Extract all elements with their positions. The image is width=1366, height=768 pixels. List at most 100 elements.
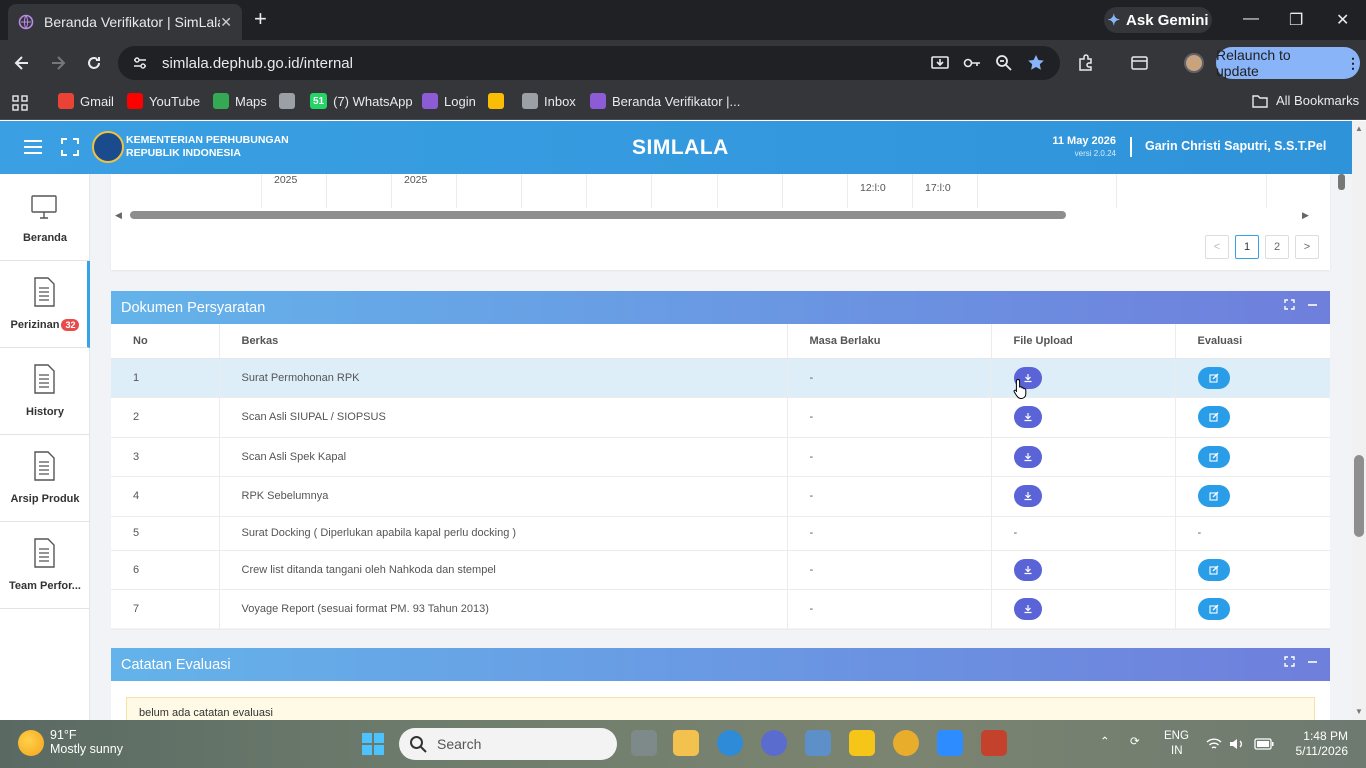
collapse-icon[interactable] bbox=[1307, 299, 1318, 310]
page-scrollbar[interactable]: ▲ ▼ bbox=[1352, 121, 1366, 720]
sidebar-item-perizinan[interactable]: Perizinan 32 bbox=[0, 261, 90, 348]
browser-tab[interactable]: Beranda Verifikator | SimLala ✕ bbox=[8, 4, 242, 40]
extensions-icon[interactable] bbox=[1076, 53, 1096, 73]
tab-search-icon[interactable] bbox=[1130, 53, 1150, 73]
browser-toolbar: simlala.dephub.go.id/internal Relaunch t… bbox=[0, 40, 1366, 86]
bookmark-item[interactable]: YouTube bbox=[127, 93, 200, 109]
download-button[interactable] bbox=[1013, 485, 1042, 507]
evaluate-button[interactable] bbox=[1197, 366, 1230, 389]
reload-icon[interactable] bbox=[84, 53, 104, 73]
menu-toggle-icon[interactable] bbox=[24, 139, 42, 155]
taskbar-clock[interactable]: 1:48 PM 5/11/2026 bbox=[1288, 729, 1349, 759]
tab-close-icon[interactable]: ✕ bbox=[220, 14, 232, 31]
pagination-next[interactable]: > bbox=[1295, 235, 1319, 259]
address-bar[interactable]: simlala.dephub.go.id/internal bbox=[118, 46, 1060, 80]
evaluate-button[interactable] bbox=[1197, 406, 1230, 428]
evaluate-button[interactable] bbox=[1197, 598, 1230, 620]
download-button[interactable] bbox=[1013, 558, 1042, 581]
evaluate-button[interactable] bbox=[1197, 485, 1230, 507]
window-maximize-button[interactable]: ❐ bbox=[1289, 10, 1303, 30]
relaunch-update-button[interactable]: Relaunch to update ⋮ bbox=[1216, 47, 1360, 79]
site-info-icon[interactable] bbox=[132, 55, 148, 71]
sidebar-item-history[interactable]: History bbox=[0, 348, 90, 435]
scrollbar-thumb[interactable] bbox=[1338, 174, 1345, 190]
horizontal-scrollbar[interactable]: ◀ ▶ bbox=[111, 208, 1330, 222]
edit-icon bbox=[1208, 412, 1218, 422]
bookmark-item[interactable]: 51 (7) WhatsApp bbox=[310, 93, 413, 109]
zoom-app-icon[interactable] bbox=[937, 730, 963, 756]
bookmark-item[interactable]: Maps bbox=[213, 93, 267, 109]
sidebar-item-beranda[interactable]: Beranda bbox=[0, 174, 90, 261]
bookmark-item[interactable]: Inbox bbox=[522, 93, 576, 109]
inner-vertical-scrollbar[interactable] bbox=[1337, 174, 1345, 208]
cell-masa-berlaku: - bbox=[787, 358, 992, 398]
camera-app-icon[interactable] bbox=[805, 730, 831, 756]
forward-icon[interactable] bbox=[48, 53, 68, 73]
cell-file-upload bbox=[991, 397, 1176, 438]
bookmark-star-icon[interactable] bbox=[1026, 53, 1046, 73]
password-key-icon[interactable] bbox=[962, 53, 982, 73]
scrollbar-thumb[interactable] bbox=[130, 211, 1066, 219]
ask-gemini-button[interactable]: ✦ Ask Gemini bbox=[1104, 7, 1212, 33]
profile-avatar[interactable] bbox=[1184, 53, 1204, 73]
fullscreen-icon[interactable] bbox=[61, 138, 79, 156]
sync-icon[interactable]: ⟳ bbox=[1130, 734, 1140, 748]
expand-icon[interactable] bbox=[1284, 299, 1295, 310]
document-icon bbox=[34, 538, 55, 568]
wifi-icon[interactable] bbox=[1206, 737, 1222, 751]
bookmark-item[interactable] bbox=[488, 93, 510, 109]
pagination-page-1[interactable]: 1 bbox=[1235, 235, 1259, 259]
vpn-app-icon[interactable] bbox=[761, 730, 787, 756]
pagination-page-2[interactable]: 2 bbox=[1265, 235, 1289, 259]
sidebar-item-team-performance[interactable]: Team Perfor... bbox=[0, 522, 90, 609]
scroll-down-arrow-icon[interactable]: ▼ bbox=[1355, 707, 1363, 716]
taskbar-search[interactable]: Search bbox=[399, 728, 617, 760]
edge-icon[interactable] bbox=[717, 730, 743, 756]
evaluate-button[interactable] bbox=[1197, 445, 1230, 468]
bookmark-label: Beranda Verifikator |... bbox=[612, 93, 741, 109]
task-view-icon[interactable] bbox=[631, 730, 657, 756]
download-button[interactable] bbox=[1013, 406, 1042, 428]
apps-grid-icon[interactable] bbox=[12, 95, 28, 111]
window-minimize-button[interactable]: — bbox=[1243, 10, 1259, 28]
table-row: 1 Surat Permohonan RPK - bbox=[111, 358, 1330, 398]
bookmark-item[interactable]: Beranda Verifikator |... bbox=[590, 93, 740, 109]
column-divider bbox=[717, 174, 718, 208]
battery-icon[interactable] bbox=[1254, 738, 1274, 750]
table-row: 7 Voyage Report (sesuai format PM. 93 Tah… bbox=[111, 589, 1330, 630]
window-close-button[interactable]: ✕ bbox=[1336, 10, 1349, 30]
chrome-icon[interactable] bbox=[893, 730, 919, 756]
pagination-prev[interactable]: < bbox=[1205, 235, 1229, 259]
sticky-notes-icon[interactable] bbox=[849, 730, 875, 756]
scrollbar-thumb[interactable] bbox=[1354, 455, 1364, 537]
app-header: KEMENTERIAN PERHUBUNGAN REPUBLIK INDONES… bbox=[0, 121, 1352, 174]
all-bookmarks-folder[interactable]: All Bookmarks bbox=[1252, 93, 1359, 108]
bookmark-item[interactable] bbox=[279, 93, 301, 109]
download-button[interactable] bbox=[1013, 598, 1042, 620]
weather-widget[interactable]: 91°F Mostly sunny bbox=[18, 728, 123, 757]
expand-icon[interactable] bbox=[1284, 656, 1295, 667]
cell-masa-berlaku: - bbox=[787, 437, 992, 477]
sidebar-item-arsip-produk[interactable]: Arsip Produk bbox=[0, 435, 90, 522]
bookmark-item[interactable]: Gmail bbox=[58, 93, 114, 109]
language-in[interactable]: IN bbox=[1171, 745, 1183, 757]
scroll-right-arrow-icon[interactable]: ▶ bbox=[1302, 210, 1309, 221]
download-button[interactable] bbox=[1013, 445, 1042, 468]
collapse-icon[interactable] bbox=[1307, 656, 1318, 667]
scroll-left-arrow-icon[interactable]: ◀ bbox=[115, 210, 122, 221]
show-hidden-icons-icon[interactable]: ⌃ bbox=[1100, 734, 1110, 748]
bookmark-item[interactable]: Login bbox=[422, 93, 476, 109]
evaluate-button[interactable] bbox=[1197, 558, 1230, 581]
new-tab-button[interactable]: + bbox=[254, 8, 267, 30]
install-app-icon[interactable] bbox=[930, 53, 950, 73]
volume-icon[interactable] bbox=[1229, 737, 1245, 751]
file-explorer-icon[interactable] bbox=[673, 730, 699, 756]
powerpoint-icon[interactable] bbox=[981, 730, 1007, 756]
zoom-icon[interactable] bbox=[994, 53, 1014, 73]
chrome-menu-icon[interactable]: ⋮ bbox=[1346, 55, 1360, 72]
scroll-up-arrow-icon[interactable]: ▲ bbox=[1355, 124, 1363, 133]
language-en[interactable]: ENG bbox=[1164, 730, 1189, 742]
windows-start-icon[interactable] bbox=[362, 733, 384, 755]
back-icon[interactable] bbox=[12, 53, 32, 73]
user-name[interactable]: Garin Christi Saputri, S.S.T.Pel bbox=[1145, 139, 1326, 153]
